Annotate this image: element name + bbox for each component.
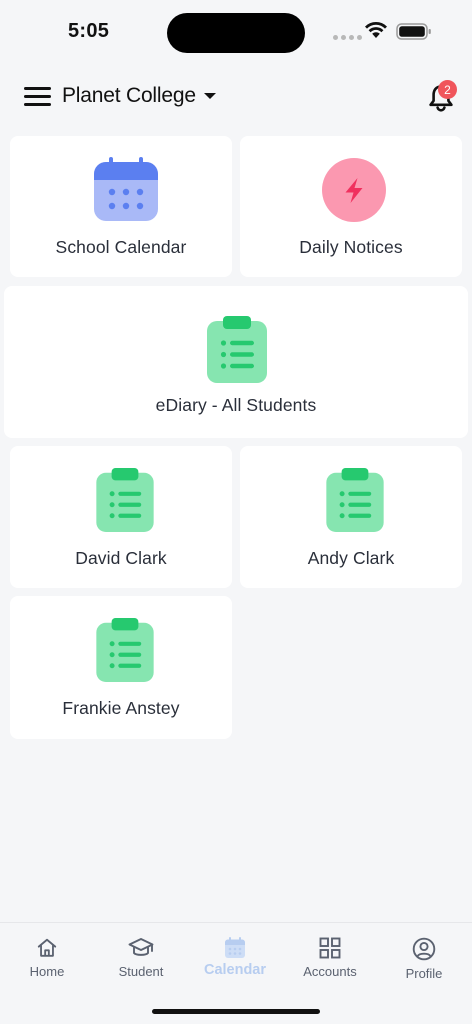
calendar-icon (94, 157, 158, 221)
tile-student-andy-clark[interactable]: Andy Clark (240, 446, 462, 588)
nav-label: Calendar (203, 962, 267, 978)
app-screen: 5:05 Planet College 2 School Calendar Da… (0, 0, 472, 1024)
tile-label: David Clark (75, 548, 167, 568)
tile-label: eDiary - All Students (155, 395, 317, 415)
cellular-signal-icon (333, 35, 362, 40)
tile-label: School Calendar (55, 237, 187, 257)
nav-label: Profile (405, 966, 443, 981)
nav-label: Home (29, 964, 65, 979)
clipboard-list-icon (96, 468, 154, 532)
tile-label: Frankie Anstey (62, 698, 180, 718)
tile-label: Andy Clark (307, 548, 395, 568)
nav-profile[interactable]: Profile (377, 933, 471, 985)
lightning-icon (322, 158, 386, 222)
app-header: Planet College 2 (0, 78, 472, 118)
school-name: Planet College (62, 84, 196, 107)
tile-student-david-clark[interactable]: David Clark (10, 446, 232, 588)
nav-label: Accounts (303, 964, 357, 979)
battery-icon (396, 23, 431, 40)
tile-label: Daily Notices (299, 237, 403, 257)
tile-daily-notices[interactable]: Daily Notices (240, 136, 462, 277)
nav-accounts[interactable]: Accounts (283, 933, 377, 985)
nav-calendar[interactable]: Calendar (188, 933, 282, 985)
school-selector[interactable]: Planet College (62, 84, 216, 108)
calendar-icon (225, 937, 245, 958)
wifi-icon (365, 21, 387, 38)
nav-label: Student (118, 964, 164, 979)
caret-down-icon (203, 93, 216, 99)
tile-school-calendar[interactable]: School Calendar (10, 136, 232, 277)
clipboard-list-icon (96, 618, 154, 682)
nav-home[interactable]: Home (0, 933, 94, 985)
graduation-cap-icon (128, 938, 154, 956)
notification-badge: 2 (438, 80, 457, 99)
tile-student-frankie-anstey[interactable]: Frankie Anstey (10, 596, 232, 739)
home-icon (37, 938, 57, 957)
user-circle-icon (412, 937, 436, 961)
status-bar: 5:05 (0, 0, 472, 64)
clipboard-list-icon (326, 468, 384, 532)
clipboard-list-icon (207, 316, 267, 383)
status-time: 5:05 (68, 20, 110, 42)
grid-icon (319, 937, 341, 959)
nav-student[interactable]: Student (94, 933, 188, 985)
dynamic-island (167, 13, 305, 53)
tile-ediary-all-students[interactable]: eDiary - All Students (4, 286, 468, 438)
hamburger-menu-icon[interactable] (24, 86, 52, 108)
home-indicator (152, 1009, 320, 1014)
